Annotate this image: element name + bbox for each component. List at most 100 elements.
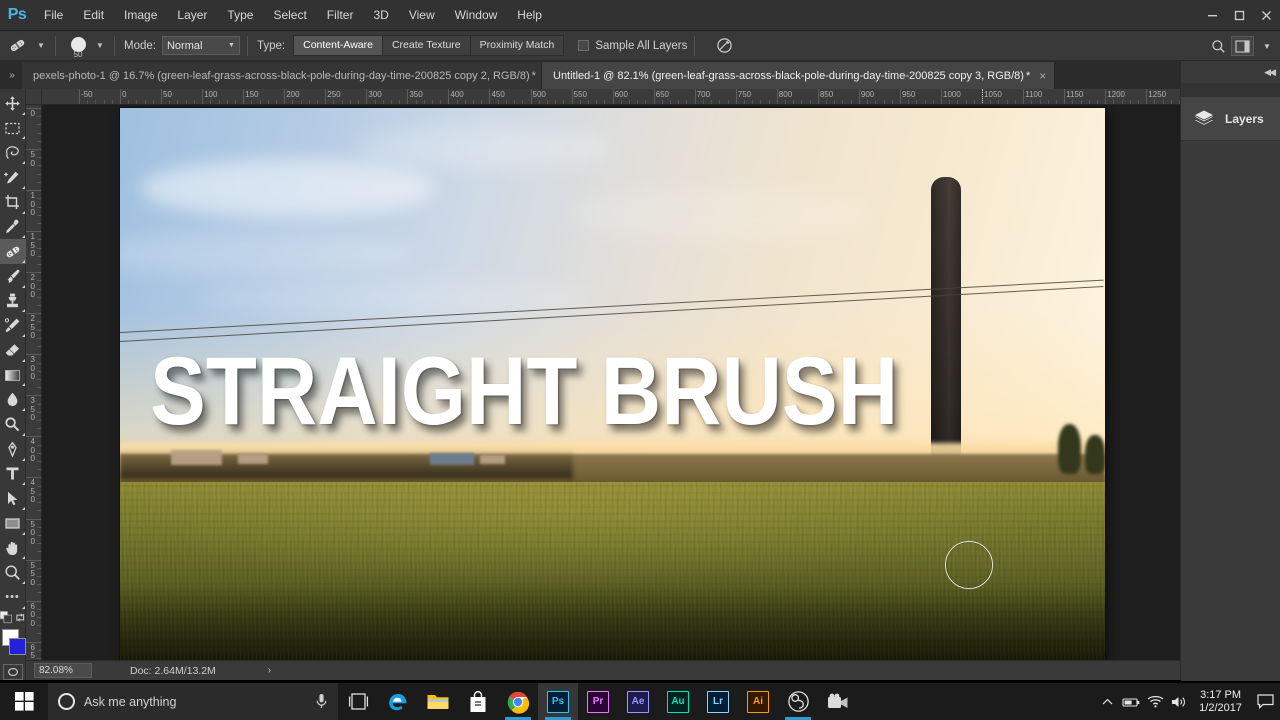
zoom-tool[interactable] — [0, 560, 26, 585]
menu-filter[interactable]: Filter — [317, 0, 364, 31]
google-chrome-icon[interactable] — [498, 683, 538, 720]
ruler-corner[interactable] — [26, 89, 42, 105]
type-tool[interactable] — [0, 462, 26, 487]
clone-stamp-tool[interactable] — [0, 289, 26, 314]
canvas-work-area[interactable]: STRAIGHT BRUSH — [42, 105, 1180, 660]
ruler-tick-minor — [235, 100, 236, 104]
document-canvas[interactable]: STRAIGHT BRUSH — [120, 108, 1105, 660]
camera-video-icon[interactable] — [818, 683, 858, 720]
close-icon[interactable]: × — [1039, 70, 1046, 82]
status-expand-arrow-icon[interactable]: › — [268, 665, 271, 676]
workspace-switcher-icon[interactable] — [1231, 36, 1254, 56]
search-icon[interactable] — [1205, 31, 1231, 61]
dodge-tool[interactable] — [0, 412, 26, 437]
menu-layer[interactable]: Layer — [167, 0, 217, 31]
zoom-level-field[interactable]: 82.08% — [34, 663, 92, 678]
crop-tool[interactable] — [0, 190, 26, 215]
file-explorer-icon[interactable] — [418, 683, 458, 720]
type-option-content-aware[interactable]: Content-Aware — [294, 36, 383, 55]
brush-picker-chevron-icon[interactable]: ▼ — [93, 31, 107, 61]
lightroom-icon[interactable]: Lr — [698, 683, 738, 720]
battery-icon[interactable] — [1119, 683, 1143, 720]
lasso-tool[interactable] — [0, 140, 26, 165]
task-view-icon[interactable] — [338, 683, 378, 720]
eraser-tool[interactable] — [0, 338, 26, 363]
volume-icon[interactable] — [1167, 683, 1191, 720]
menu-file[interactable]: File — [34, 0, 73, 31]
type-option-proximity-match[interactable]: Proximity Match — [471, 36, 564, 55]
tab-bar-collapse-icon[interactable]: » — [0, 61, 22, 89]
menu-help[interactable]: Help — [507, 0, 552, 31]
edit-toolbar-more-button[interactable]: ••• — [0, 585, 26, 610]
ruler-tick-minor — [37, 174, 41, 175]
default-colors-icon[interactable] — [0, 611, 12, 624]
panel-item-layers[interactable]: Layers — [1181, 97, 1280, 141]
obs-studio-icon[interactable] — [778, 683, 818, 720]
menu-view[interactable]: View — [399, 0, 445, 31]
illustrator-icon[interactable]: Ai — [738, 683, 778, 720]
eyedropper-tool[interactable] — [0, 215, 26, 240]
path-selection-tool[interactable] — [0, 486, 26, 511]
action-center-icon[interactable] — [1250, 683, 1280, 720]
taskbar-clock[interactable]: 3:17 PM 1/2/2017 — [1191, 689, 1250, 715]
ruler-tick-minor — [834, 100, 835, 104]
vertical-ruler[interactable]: 0501001502002503003504004505005506006507… — [26, 105, 42, 660]
close-button[interactable] — [1253, 0, 1280, 31]
move-tool[interactable] — [0, 91, 26, 116]
double-chevron-left-icon[interactable]: ◀◀ — [1264, 67, 1274, 78]
maximize-button[interactable] — [1226, 0, 1253, 31]
document-tab-untitled-1[interactable]: Untitled-1 @ 82.1% (green-leaf-grass-acr… — [542, 62, 1055, 89]
brush-preset-picker[interactable]: 50 — [63, 31, 93, 61]
brush-tool[interactable] — [0, 264, 26, 289]
tablet-pressure-icon[interactable] — [716, 37, 733, 54]
spot-healing-brush-tool[interactable] — [0, 239, 26, 264]
menu-edit[interactable]: Edit — [73, 0, 114, 31]
spot-healing-brush-icon[interactable] — [0, 31, 34, 61]
rectangular-marquee-tool[interactable] — [0, 116, 26, 141]
premiere-pro-icon[interactable]: Pr — [578, 683, 618, 720]
microsoft-edge-icon[interactable] — [378, 683, 418, 720]
rectangle-tool[interactable] — [0, 511, 26, 536]
ruler-label: 1050 — [982, 91, 1002, 99]
windows-start-icon[interactable] — [0, 683, 48, 720]
microsoft-store-icon[interactable] — [458, 683, 498, 720]
minimize-button[interactable] — [1199, 0, 1226, 31]
quick-mask-icon[interactable] — [3, 664, 23, 680]
photoshop-icon[interactable]: Ps — [538, 683, 578, 720]
menu-type[interactable]: Type — [217, 0, 263, 31]
mode-select[interactable]: Normal ▼ — [162, 36, 240, 55]
horizontal-ruler[interactable]: -500501001502002503003504004505005506006… — [42, 89, 1180, 105]
after-effects-icon[interactable]: Ae — [618, 683, 658, 720]
search-input[interactable]: Ask me anything — [84, 695, 306, 709]
pen-tool[interactable] — [0, 437, 26, 462]
wifi-icon[interactable] — [1143, 683, 1167, 720]
ruler-label: 650 — [654, 91, 669, 99]
menu-3d[interactable]: 3D — [363, 0, 398, 31]
menu-window[interactable]: Window — [445, 0, 508, 31]
ruler-label: 300 — [366, 91, 381, 99]
cortana-search-box[interactable]: Ask me anything — [48, 683, 338, 720]
gradient-tool[interactable] — [0, 363, 26, 388]
divider — [114, 36, 115, 56]
tool-preset-chevron-icon[interactable]: ▼ — [34, 31, 48, 61]
audition-icon[interactable]: Au — [658, 683, 698, 720]
background-color-swatch[interactable] — [9, 638, 26, 655]
menu-select[interactable]: Select — [263, 0, 316, 31]
chevron-down-icon[interactable]: ▼ — [1254, 31, 1280, 61]
ruler-tick-minor — [596, 100, 597, 104]
ruler-tick-minor — [703, 100, 704, 104]
swap-colors-icon[interactable] — [15, 612, 26, 623]
mode-select-value: Normal — [167, 40, 202, 52]
blur-tool[interactable] — [0, 387, 26, 412]
sample-all-layers-checkbox[interactable]: Sample All Layers — [578, 40, 687, 52]
hand-tool[interactable] — [0, 536, 26, 561]
show-hidden-icons-chevron[interactable] — [1095, 683, 1119, 720]
document-tab-pexels-photo-1[interactable]: pexels-photo-1 @ 16.7% (green-leaf-grass… — [22, 62, 542, 89]
ruler-tick-minor — [424, 100, 425, 104]
menu-image[interactable]: Image — [114, 0, 167, 31]
quick-selection-tool[interactable] — [0, 165, 26, 190]
type-option-create-texture[interactable]: Create Texture — [383, 36, 471, 55]
microphone-icon[interactable] — [315, 693, 328, 710]
panel-collapse-bar[interactable]: ◀◀ — [1181, 61, 1280, 83]
history-brush-tool[interactable] — [0, 313, 26, 338]
